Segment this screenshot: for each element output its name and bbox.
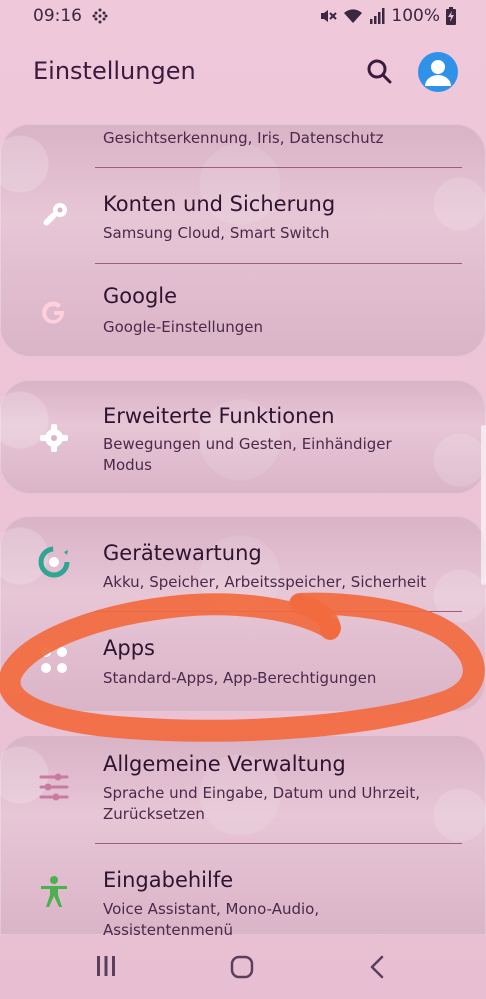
key-icon bbox=[43, 203, 67, 226]
settings-row-title: Apps bbox=[103, 636, 155, 660]
settings-card-general: Allgemeine Verwaltung Sprache und Eingab… bbox=[0, 735, 486, 935]
back-icon[interactable] bbox=[368, 955, 388, 979]
settings-row-subtitle: Bewegungen und Gesten, Einhändiger Modus bbox=[103, 435, 392, 474]
settings-row-title: Erweiterte Funktionen bbox=[103, 404, 335, 428]
battery-percent: 100% bbox=[391, 6, 440, 26]
scrollbar[interactable] bbox=[481, 425, 486, 585]
home-icon[interactable] bbox=[230, 955, 254, 979]
page-title: Einstellungen bbox=[33, 57, 196, 85]
navigation-bar bbox=[0, 940, 486, 999]
settings-card-accounts: Gesichtserkennung, Iris, Datenschutz Kon… bbox=[0, 124, 486, 357]
settings-row-biometrics[interactable]: Gesichtserkennung, Iris, Datenschutz bbox=[0, 124, 486, 168]
header: Einstellungen bbox=[0, 40, 486, 102]
settings-row-general-management[interactable]: Allgemeine Verwaltung Sprache und Eingab… bbox=[0, 735, 486, 843]
signal-icon bbox=[370, 8, 385, 24]
status-bar: 09:16 100% bbox=[0, 0, 486, 32]
mute-icon bbox=[321, 10, 338, 22]
person-icon bbox=[425, 60, 451, 86]
device-care-icon bbox=[38, 546, 70, 578]
settings-card-advanced: Erweiterte Funktionen Bewegungen und Ges… bbox=[0, 380, 486, 494]
settings-row-title: Eingabehilfe bbox=[103, 868, 234, 892]
apps-grid-icon bbox=[41, 647, 67, 673]
settings-row-title: Gerätewartung bbox=[103, 541, 262, 565]
settings-row-subtitle: Voice Assistant, Mono-Audio, Assistenten… bbox=[103, 900, 320, 935]
status-time: 09:16 bbox=[33, 6, 82, 26]
settings-row-accounts-backup[interactable]: Konten und Sicherung Samsung Cloud, Smar… bbox=[0, 168, 486, 264]
settings-row-google[interactable]: Google Google-Einstellungen bbox=[0, 264, 486, 357]
accessibility-icon bbox=[41, 876, 67, 907]
notification-dots-icon bbox=[92, 8, 108, 24]
settings-row-subtitle: Samsung Cloud, Smart Switch bbox=[103, 224, 330, 242]
settings-row-advanced-features[interactable]: Erweiterte Funktionen Bewegungen und Ges… bbox=[0, 380, 486, 494]
profile-avatar[interactable] bbox=[418, 52, 458, 92]
settings-row-subtitle: Sprache und Eingabe, Datum und Uhrzeit, … bbox=[103, 784, 420, 823]
settings-row-subtitle: Google-Einstellungen bbox=[103, 318, 263, 336]
settings-row-device-care[interactable]: Gerätewartung Akku, Speicher, Arbeitsspe… bbox=[0, 516, 486, 611]
settings-card-device: Gerätewartung Akku, Speicher, Arbeitsspe… bbox=[0, 516, 486, 712]
sliders-icon bbox=[39, 773, 69, 801]
settings-row-subtitle: Gesichtserkennung, Iris, Datenschutz bbox=[103, 129, 384, 147]
google-icon bbox=[42, 301, 64, 324]
recent-apps-icon[interactable] bbox=[95, 956, 117, 976]
search-icon[interactable] bbox=[362, 54, 396, 88]
settings-row-apps[interactable]: Apps Standard-Apps, App-Berechtigungen bbox=[0, 612, 486, 712]
settings-row-accessibility[interactable]: Eingabehilfe Voice Assistant, Mono-Audio… bbox=[0, 844, 486, 935]
settings-row-subtitle: Standard-Apps, App-Berechtigungen bbox=[103, 669, 377, 687]
puzzle-gear-icon bbox=[40, 424, 68, 452]
settings-row-title: Allgemeine Verwaltung bbox=[103, 752, 346, 776]
settings-row-title: Konten und Sicherung bbox=[103, 192, 336, 216]
settings-row-title: Google bbox=[103, 284, 178, 308]
status-icons: 100% bbox=[319, 6, 456, 26]
battery-charging-icon bbox=[446, 7, 456, 25]
wifi-icon bbox=[344, 9, 363, 23]
settings-row-subtitle: Akku, Speicher, Arbeitsspeicher, Sicherh… bbox=[103, 573, 427, 591]
